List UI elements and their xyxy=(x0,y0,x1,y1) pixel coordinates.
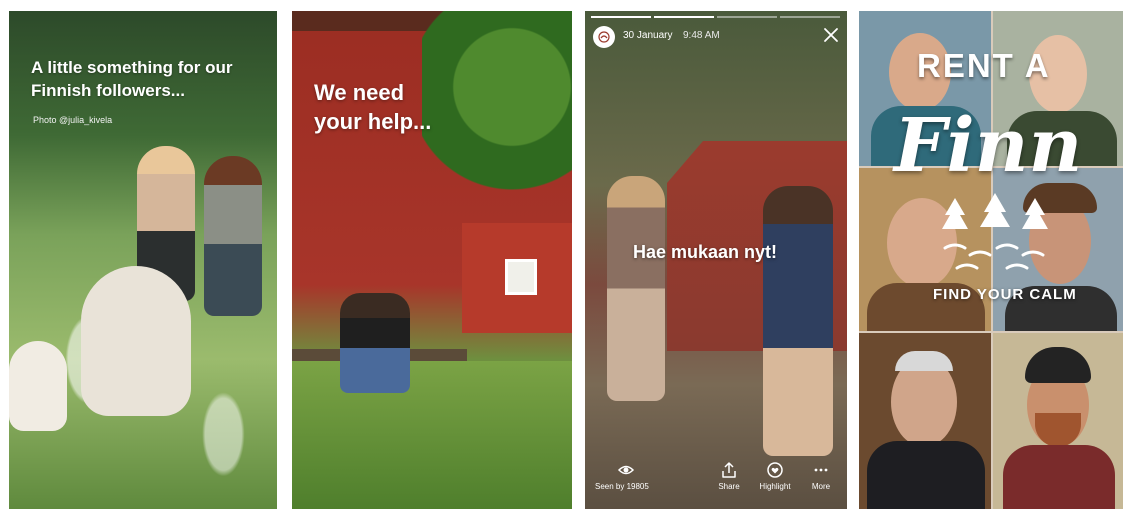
story-time: 9:48 AM xyxy=(683,30,720,41)
seen-by-button[interactable]: Seen by 19805 xyxy=(595,461,649,491)
highlight-button[interactable]: Highlight xyxy=(755,461,795,491)
pine-trees-logo-icon xyxy=(942,193,1048,270)
story-panel-2: We need your help... xyxy=(292,11,572,509)
campaign-tagline: FIND YOUR CALM xyxy=(933,286,1077,303)
story-progress-segment xyxy=(654,16,714,18)
girl-in-flower-crown xyxy=(204,156,262,316)
tree-foliage xyxy=(422,11,572,201)
story-caption: We need your help... xyxy=(314,78,431,136)
profile-avatar[interactable] xyxy=(593,26,615,48)
share-icon xyxy=(722,462,736,478)
photo-credit: Photo @julia_kivela xyxy=(33,115,113,125)
house-window xyxy=(505,259,537,295)
portrait-tile xyxy=(993,333,1123,509)
caption-line-2: your help... xyxy=(314,109,432,134)
share-label: Share xyxy=(718,482,740,491)
campaign-title-top: RENT A xyxy=(917,47,1051,84)
story-panel-1: A little something for our Finnish follo… xyxy=(9,11,277,509)
walking-woman xyxy=(607,176,665,401)
grass xyxy=(292,361,572,509)
caption-line-1: We need xyxy=(314,80,405,105)
story-caption: Hae mukaan nyt! xyxy=(633,242,778,262)
more-label: More xyxy=(811,482,831,491)
eye-icon xyxy=(617,465,635,475)
seal-logo-icon xyxy=(598,31,610,43)
highlight-label: Highlight xyxy=(759,482,791,491)
white-goat xyxy=(81,266,191,416)
white-goat xyxy=(9,341,67,431)
story-progress-segment xyxy=(591,16,651,18)
share-button[interactable]: Share xyxy=(709,461,749,491)
more-button[interactable]: More xyxy=(801,461,841,491)
seen-by-label: Seen by 19805 xyxy=(595,482,649,491)
story-date: 30 January xyxy=(623,30,673,41)
story-progress-segment xyxy=(780,16,840,18)
portrait-tile xyxy=(859,333,991,509)
close-icon[interactable] xyxy=(821,25,841,45)
campaign-title-main: Finn xyxy=(894,103,1083,189)
walking-woman xyxy=(763,186,833,456)
story-panel-4: RENT A Finn FIND YOUR CALM xyxy=(859,11,1123,509)
story-panel-3[interactable]: 30 January 9:48 AM Hae mukaan nyt! Seen … xyxy=(585,11,847,509)
highlight-icon xyxy=(767,462,783,478)
story-caption: A little something for our Finnish follo… xyxy=(31,58,233,100)
two-girls-sitting xyxy=(340,293,410,393)
story-progress-segment xyxy=(717,16,777,18)
more-icon xyxy=(814,468,828,472)
